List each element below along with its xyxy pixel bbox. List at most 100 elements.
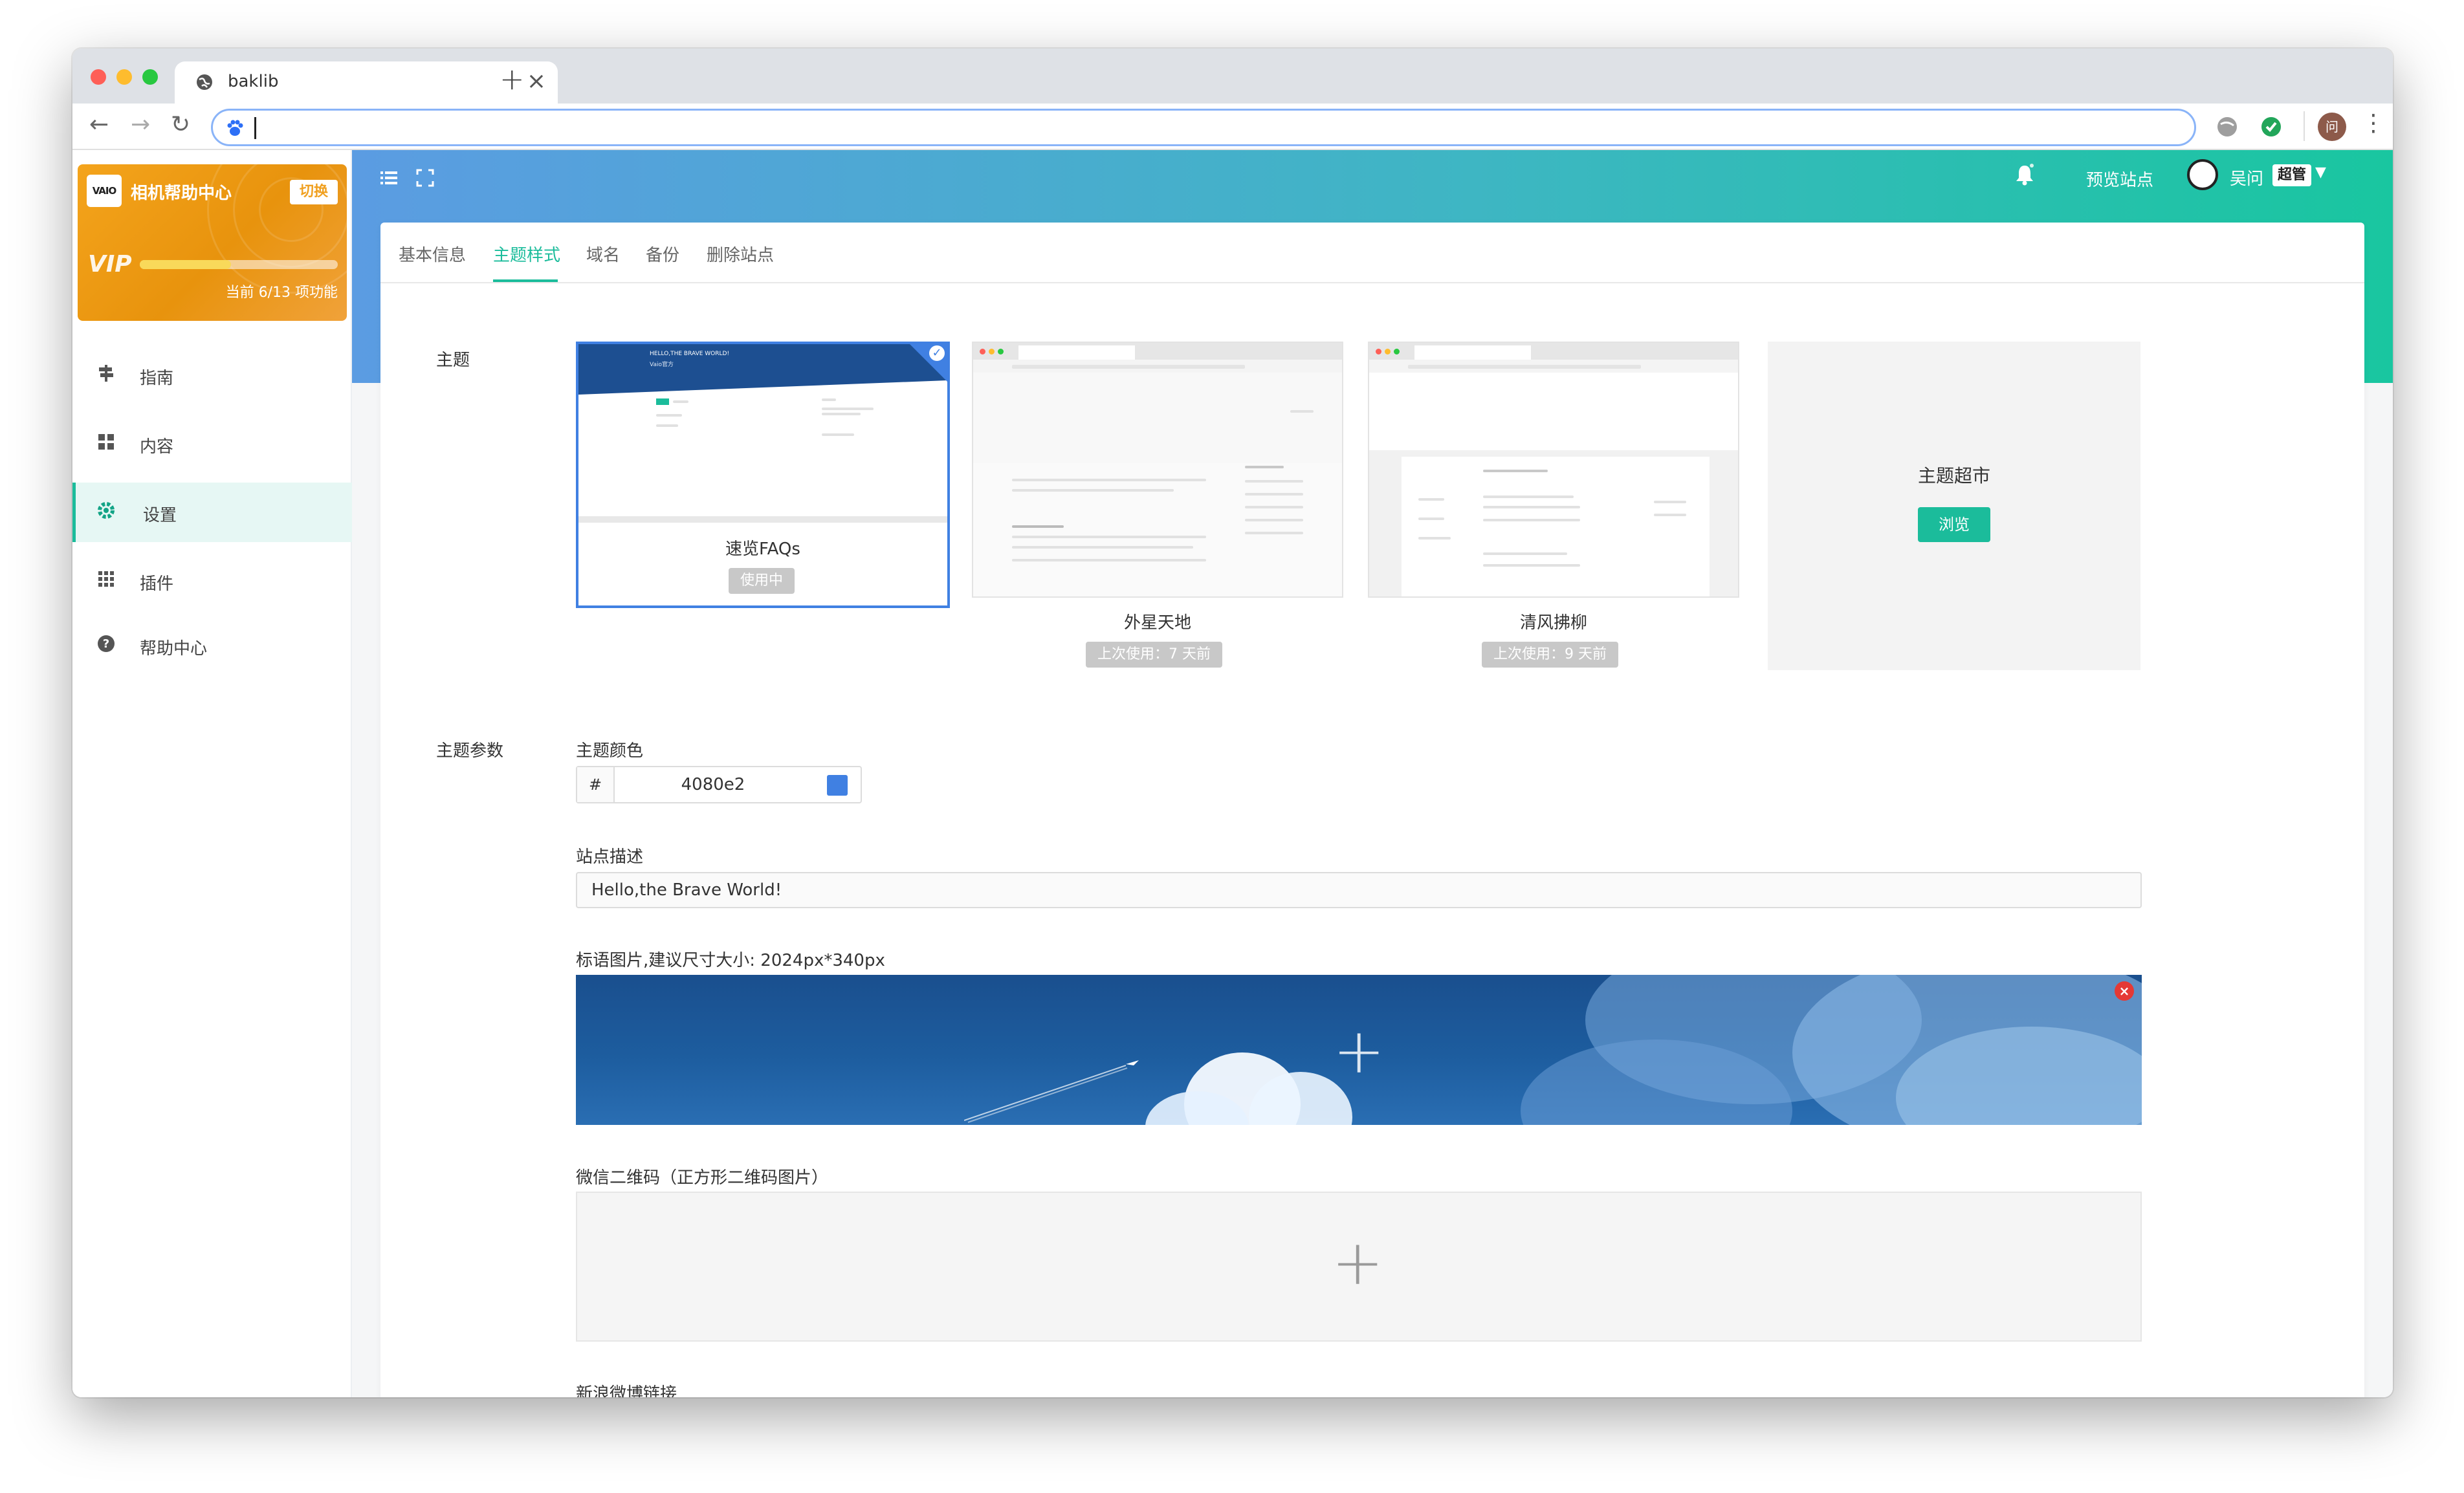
sidebar-item-settings[interactable]: 设置: [72, 483, 352, 542]
theme-params-label: 主题参数: [436, 741, 504, 761]
toolbar-divider: [2304, 111, 2305, 141]
theme-section-label: 主题: [436, 351, 470, 370]
site-name: 相机帮助中心: [131, 184, 232, 203]
color-swatch[interactable]: [827, 775, 848, 796]
browse-themes-button[interactable]: 浏览: [1918, 507, 1990, 542]
vip-progress-bar: [140, 260, 338, 269]
theme-color-input[interactable]: # 4080e2: [576, 766, 862, 803]
thumb-subtitle: Vaio官方: [650, 362, 674, 368]
theme-status-badge: 上次使用：9 天前: [1482, 642, 1618, 668]
sidebar-item-label: 指南: [140, 369, 174, 388]
theme-thumbnail: [1368, 342, 1739, 598]
theme-name: 清风拂柳: [1519, 613, 1587, 633]
site-logo: VAIO: [87, 175, 122, 207]
tab-backup[interactable]: 备份: [646, 242, 679, 266]
theme-card-faqs[interactable]: HELLO,THE BRAVE WORLD! Vaio官方 ✓ 速览FAQs 使…: [576, 342, 950, 613]
forward-icon[interactable]: →: [131, 111, 150, 138]
theme-color-label: 主题颜色: [576, 741, 644, 761]
vip-badge: VIP: [88, 251, 132, 278]
color-hash-prefix: #: [577, 767, 615, 802]
sidebar-item-plugins[interactable]: 插件: [72, 551, 352, 611]
sidebar-item-content[interactable]: 内容: [72, 414, 352, 474]
theme-thumbnail: [972, 342, 1343, 598]
maximize-window-button[interactable]: [142, 69, 158, 85]
extension-check-icon[interactable]: [2260, 115, 2283, 138]
globe-icon: [197, 74, 212, 90]
settings-tabs: 基本信息 主题样式 域名 备份 删除站点: [380, 223, 2364, 283]
user-avatar[interactable]: [2187, 159, 2218, 190]
address-bar[interactable]: [211, 109, 2196, 146]
add-image-icon[interactable]: +: [1332, 1232, 1383, 1294]
active-tab-indicator: [493, 279, 558, 282]
tab-domain[interactable]: 域名: [586, 242, 620, 266]
theme-status-badge: 上次使用：7 天前: [1086, 642, 1222, 668]
svg-text:?: ?: [103, 637, 109, 651]
theme-market-title: 主题超市: [1917, 465, 1990, 486]
grid-icon: [96, 432, 116, 453]
extension-globe-icon[interactable]: [2216, 115, 2239, 138]
baidu-paw-icon: [227, 120, 243, 136]
reload-icon[interactable]: ↻: [171, 111, 190, 138]
user-name[interactable]: 吴问: [2230, 166, 2263, 190]
site-description-input[interactable]: [576, 872, 2142, 908]
question-icon: ?: [96, 634, 116, 655]
vip-progress-text: 当前 6/13 项功能: [225, 285, 338, 301]
tab-basic-info[interactable]: 基本信息: [399, 242, 466, 266]
tab-close-icon[interactable]: ×: [527, 68, 546, 94]
bell-icon[interactable]: [2014, 163, 2036, 186]
role-badge: 超管: [2272, 164, 2312, 186]
signpost-icon: [96, 364, 116, 384]
theme-card-frame: HELLO,THE BRAVE WORLD! Vaio官方 ✓ 速览FAQs 使…: [576, 342, 950, 608]
browser-menu-icon[interactable]: ⋮: [2362, 110, 2385, 136]
banner-image-label: 标语图片,建议尺寸大小: 2024px*340px: [576, 951, 885, 970]
sidebar-item-label: 帮助中心: [140, 639, 208, 659]
wechat-qr-upload[interactable]: +: [576, 1192, 2142, 1342]
theme-card-breeze[interactable]: 清风拂柳 上次使用：9 天前: [1368, 342, 1739, 678]
sidebar-item-label: 设置: [143, 506, 177, 525]
remove-image-icon[interactable]: ×: [2115, 981, 2134, 1001]
sidebar-item-label: 插件: [140, 574, 174, 594]
tab-delete-site[interactable]: 删除站点: [707, 242, 774, 266]
browser-window: baklib × + ← → ↻ 问 ⋮ VAIO 相机帮助中心 切换 VIP …: [72, 49, 2393, 1397]
check-icon: ✓: [929, 345, 945, 361]
vip-card: VAIO 相机帮助中心 切换 VIP 当前 6/13 项功能: [78, 164, 347, 321]
minimize-window-button[interactable]: [116, 69, 132, 85]
profile-avatar[interactable]: 问: [2318, 113, 2346, 141]
vip-progress-fill: [140, 260, 231, 269]
sidebar-item-help[interactable]: ? 帮助中心: [72, 616, 352, 675]
close-window-button[interactable]: [91, 69, 106, 85]
app-page: VAIO 相机帮助中心 切换 VIP 当前 6/13 项功能 指南 内容 设置 …: [72, 150, 2393, 1397]
airplane-contrail: [964, 1060, 1139, 1123]
theme-name: 速览FAQs: [725, 539, 800, 559]
sidebar-item-label: 内容: [140, 437, 174, 457]
theme-status-badge: 使用中: [729, 568, 795, 594]
tab-title: baklib: [228, 72, 279, 91]
fullscreen-icon[interactable]: [415, 168, 435, 188]
browser-toolbar: ← → ↻ 问 ⋮: [72, 104, 2393, 150]
color-value: 4080e2: [681, 775, 745, 794]
new-tab-button[interactable]: +: [500, 61, 525, 96]
weibo-link-label: 新浪微博链接: [576, 1384, 677, 1397]
gear-icon: [96, 501, 116, 521]
theme-name: 外星天地: [1123, 613, 1191, 633]
settings-card: 基本信息 主题样式 域名 备份 删除站点 主题 HELLO,THE BRAVE …: [380, 223, 2364, 1397]
theme-card-alien[interactable]: 外星天地 上次使用：7 天前: [972, 342, 1343, 678]
tab-strip: baklib × +: [72, 49, 2393, 104]
sidebar-item-guide[interactable]: 指南: [72, 345, 352, 405]
preview-site-link[interactable]: 预览站点: [2086, 167, 2153, 191]
banner-image-upload[interactable]: + ×: [576, 975, 2142, 1125]
thumb-header: HELLO,THE BRAVE WORLD! Vaio官方: [578, 344, 947, 380]
list-toggle-icon[interactable]: [379, 168, 399, 188]
apps-icon: [96, 569, 116, 590]
theme-market-card: 主题超市 浏览: [1768, 342, 2140, 670]
back-icon[interactable]: ←: [89, 111, 109, 138]
add-image-icon[interactable]: +: [1333, 1020, 1385, 1082]
chevron-down-icon[interactable]: ▼: [2315, 164, 2326, 180]
switch-site-button[interactable]: 切换: [290, 180, 338, 204]
tab-theme-style[interactable]: 主题样式: [493, 242, 560, 266]
wechat-qr-label: 微信二维码（正方形二维码图片）: [576, 1168, 829, 1188]
address-caret: [254, 117, 256, 139]
site-description-label: 站点描述: [576, 847, 644, 867]
thumb-title: HELLO,THE BRAVE WORLD!: [650, 351, 730, 357]
sidebar: VAIO 相机帮助中心 切换 VIP 当前 6/13 项功能 指南 内容 设置 …: [72, 150, 352, 1397]
